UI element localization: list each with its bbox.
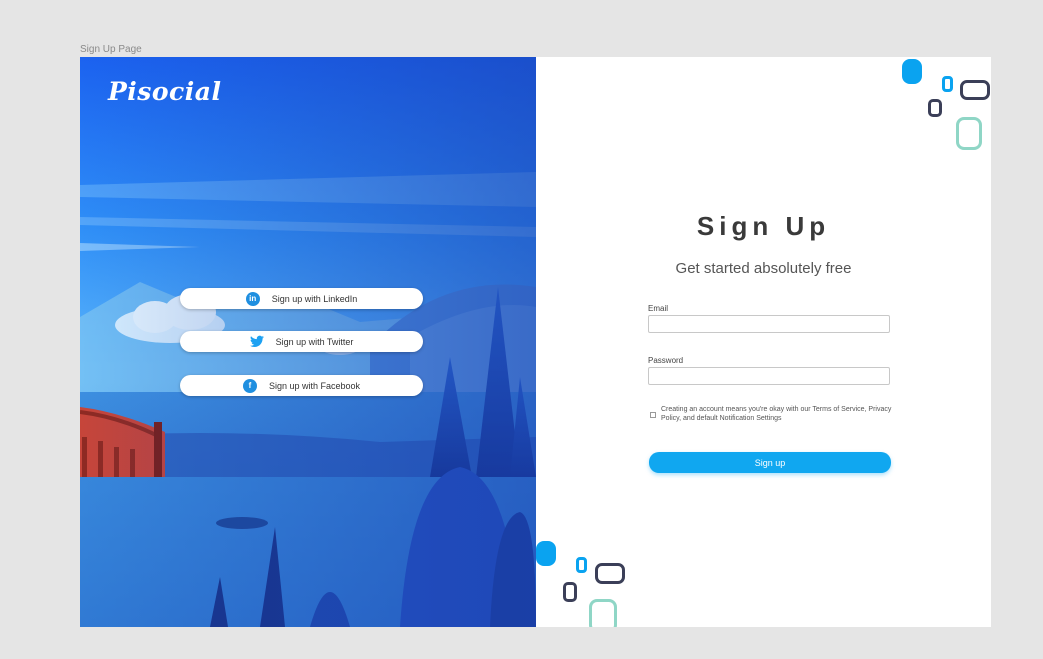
password-label: Password: [648, 356, 684, 365]
signup-linkedin-button[interactable]: in Sign up with LinkedIn: [180, 288, 423, 309]
terms-text: Creating an account means you're okay wi…: [661, 406, 892, 422]
brand-logo[interactable]: Pisocial: [108, 77, 221, 106]
terms-row: Creating an account means you're okay wi…: [650, 406, 895, 423]
page-title: Sign Up: [696, 211, 831, 241]
decor-blue-blob-bottom: [536, 541, 556, 566]
twitter-icon: [249, 335, 264, 349]
decor-mint-outline-bottom: [589, 599, 617, 627]
decor-navy-outline-bottom-2: [563, 582, 577, 602]
signup-facebook-button[interactable]: f Sign up with Facebook: [180, 375, 423, 396]
decor-navy-outline-bottom-1: [595, 563, 625, 584]
decor-blue-blob-top: [902, 59, 922, 84]
frame-label: Sign Up Page: [80, 44, 142, 55]
signup-button[interactable]: Sign up: [649, 452, 891, 473]
decor-navy-outline-top-2: [928, 99, 942, 117]
signup-linkedin-label: Sign up with LinkedIn: [271, 293, 358, 304]
signup-page: Pisocial in Sign up with LinkedIn Sign u…: [80, 57, 991, 627]
password-field[interactable]: [648, 367, 890, 385]
email-label: Email: [648, 304, 669, 313]
decor-blue-outline-bottom: [576, 557, 587, 573]
decor-blue-outline-top: [942, 76, 953, 92]
decor-navy-outline-top-1: [960, 80, 990, 100]
page-subtitle: Get started absolutely free: [675, 260, 852, 277]
signup-twitter-label: Sign up with Twitter: [275, 336, 354, 347]
hero-panel: Pisocial in Sign up with LinkedIn Sign u…: [80, 57, 536, 627]
terms-checkbox[interactable]: [650, 412, 656, 418]
signup-facebook-label: Sign up with Facebook: [268, 380, 361, 391]
facebook-icon: f: [242, 378, 257, 393]
decor-mint-outline-top: [956, 117, 982, 150]
signup-twitter-button[interactable]: Sign up with Twitter: [180, 331, 423, 352]
email-field[interactable]: [648, 315, 890, 333]
linkedin-icon: in: [245, 291, 260, 306]
